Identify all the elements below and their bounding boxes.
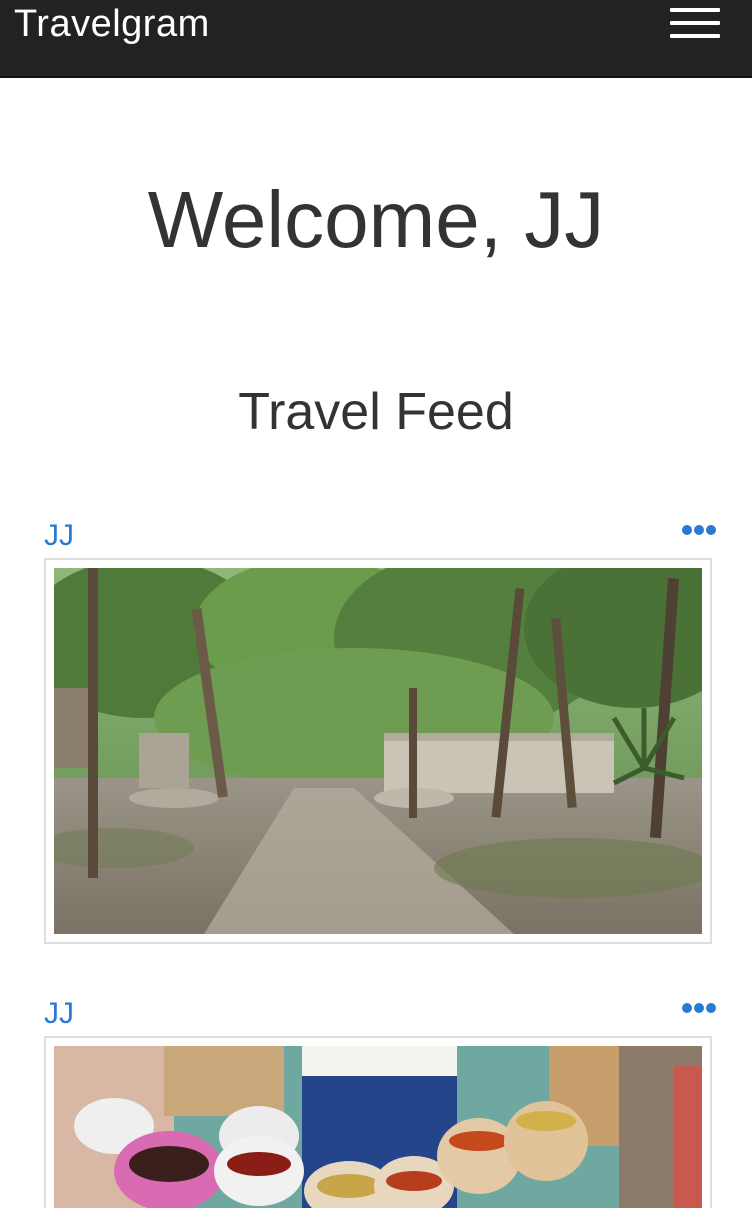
post-card	[44, 1036, 712, 1208]
brand-link[interactable]: Travelgram	[14, 2, 210, 46]
market-photo-image	[54, 1046, 702, 1208]
post-options-button[interactable]	[678, 525, 716, 537]
feed-title: Travel Feed	[238, 383, 514, 441]
post-author-link[interactable]: JJ	[44, 996, 74, 1032]
post-photo[interactable]	[54, 1046, 702, 1208]
forest-photo-image	[54, 568, 702, 934]
post-options-button[interactable]	[678, 1003, 716, 1015]
post-card	[44, 558, 712, 944]
navbar: Travelgram	[0, 0, 752, 78]
welcome-heading: Welcome, JJ	[147, 175, 605, 264]
post-photo[interactable]	[54, 568, 702, 934]
post-author-link[interactable]: JJ	[44, 518, 74, 554]
menu-toggle-button[interactable]	[664, 0, 726, 46]
